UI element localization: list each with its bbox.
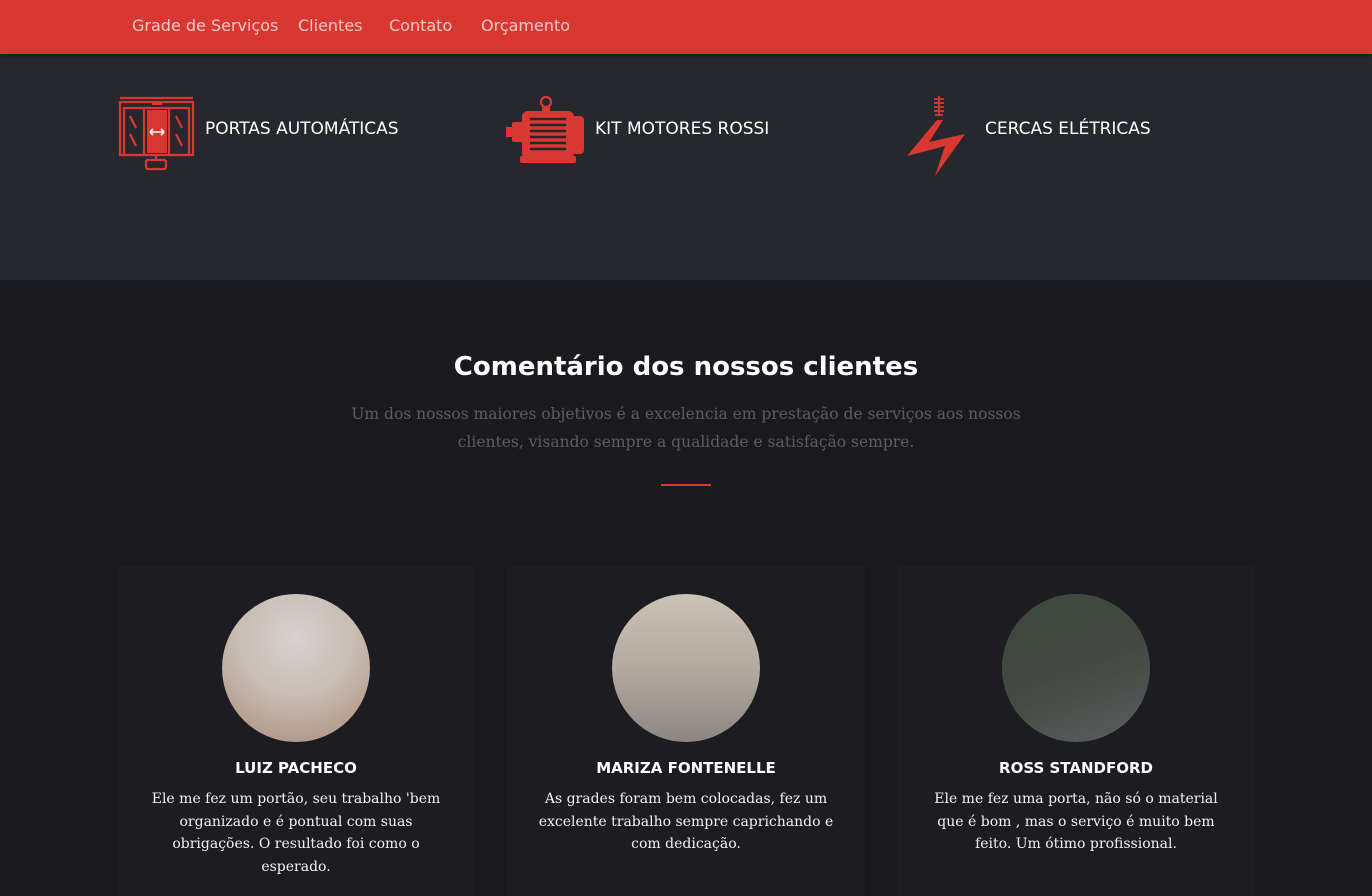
testimonial-card: ROSS STANDFORD Ele me fez uma porta, não… <box>897 566 1255 896</box>
testimonial-card: LUIZ PACHECO Ele me fez um portão, seu t… <box>117 566 475 896</box>
electric-motor-icon <box>506 95 584 163</box>
client-comment: Ele me fez um portão, seu trabalho 'bem … <box>151 791 441 875</box>
service-kit-motores-rossi[interactable]: KIT MOTORES ROSSI <box>506 94 826 174</box>
client-name: MARIZA FONTENELLE <box>596 759 776 777</box>
client-comment: As grades foram bem colocadas, fez um ex… <box>538 791 834 852</box>
service-cercas-eletricas[interactable]: CERCAS ELÉTRICAS <box>905 94 1225 176</box>
avatar <box>222 594 370 742</box>
lightning-bolt-icon <box>907 96 965 176</box>
section-divider <box>661 484 711 486</box>
client-name: LUIZ PACHECO <box>235 759 357 777</box>
service-label: PORTAS AUTOMÁTICAS <box>205 119 399 139</box>
service-portas-automaticas[interactable]: PORTAS AUTOMÁTICAS <box>118 94 438 174</box>
nav-link-grade-de-servicos[interactable]: Grade de Serviços <box>132 16 278 35</box>
nav-link-clientes[interactable]: Clientes <box>298 16 363 35</box>
client-comment: Ele me fez uma porta, não só o material … <box>934 791 1218 852</box>
top-navbar: Grade de Serviços Clientes Contato Orçam… <box>0 0 1372 54</box>
section-subtitle: Um dos nossos maiores objetivos é a exce… <box>351 405 1021 451</box>
nav-link-contato[interactable]: Contato <box>389 16 452 35</box>
service-label: KIT MOTORES ROSSI <box>595 119 770 139</box>
testimonial-card: MARIZA FONTENELLE As grades foram bem co… <box>507 566 865 896</box>
automatic-door-icon <box>118 96 195 171</box>
nav-link-orcamento[interactable]: Orçamento <box>481 16 570 35</box>
services-band: PORTAS AUTOMÁTICAS KIT MOTORES ROSSI CER… <box>0 54 1372 280</box>
client-name: ROSS STANDFORD <box>999 759 1153 777</box>
avatar <box>1002 594 1150 742</box>
avatar <box>612 594 760 742</box>
service-label: CERCAS ELÉTRICAS <box>985 119 1151 139</box>
testimonials-section: Comentário dos nossos clientes Um dos no… <box>0 280 1372 896</box>
section-title: Comentário dos nossos clientes <box>453 352 919 382</box>
